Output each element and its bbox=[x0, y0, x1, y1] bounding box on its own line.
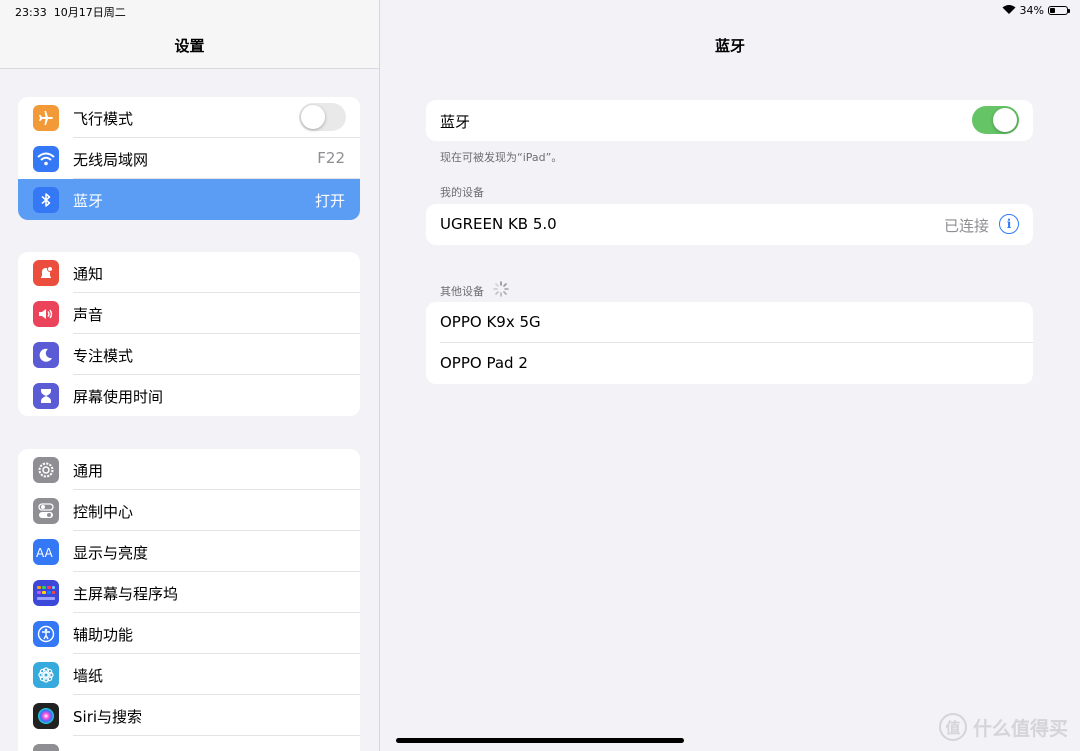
status-bar: 23:33 10月17日周二 34% bbox=[0, 0, 1080, 22]
bluetooth-detail-pane: 蓝牙 蓝牙 现在可被发现为“iPad”。 我的设备 UGREEN KB 5.0 … bbox=[380, 0, 1080, 751]
my-devices-header: 我的设备 bbox=[440, 184, 484, 200]
battery-icon bbox=[1048, 6, 1070, 15]
sidebar-item-display-brightness[interactable]: AA 显示与亮度 bbox=[18, 531, 360, 572]
sidebar-item-notifications[interactable]: 通知 bbox=[18, 252, 360, 293]
other-devices-header: 其他设备 bbox=[440, 280, 510, 301]
battery-percent: 34% bbox=[1019, 4, 1044, 17]
status-date: 10月17日周二 bbox=[53, 6, 126, 19]
sidebar-item-siri-search[interactable]: Siri与搜索 bbox=[18, 695, 360, 736]
discoverable-note: 现在可被发现为“iPad”。 bbox=[440, 151, 563, 164]
device-status: 已连接 bbox=[943, 217, 989, 235]
svg-text:AA: AA bbox=[36, 546, 54, 559]
home-indicator[interactable] bbox=[396, 738, 684, 743]
page-title: 蓝牙 bbox=[714, 37, 745, 55]
bluetooth-toggle-row[interactable]: 蓝牙 bbox=[426, 100, 1033, 141]
device-name: OPPO Pad 2 bbox=[440, 354, 528, 372]
text-size-icon: AA bbox=[33, 539, 59, 565]
sidebar-item-screen-time[interactable]: 屏幕使用时间 bbox=[18, 375, 360, 416]
status-time: 23:33 bbox=[15, 6, 47, 19]
sidebar-title: 设置 bbox=[174, 37, 205, 55]
sidebar-item-wifi[interactable]: 无线局域网 F22 bbox=[18, 138, 360, 179]
sidebar-item-label: 显示与亮度 bbox=[73, 544, 149, 562]
hourglass-icon bbox=[33, 383, 59, 409]
battery-fill bbox=[1050, 8, 1055, 13]
airplane-mode-toggle[interactable] bbox=[299, 103, 346, 131]
sidebar-item-label: Siri与搜索 bbox=[73, 708, 143, 726]
bluetooth-toggle-label: 蓝牙 bbox=[440, 113, 471, 131]
status-right: 34% bbox=[1002, 4, 1070, 17]
device-name: UGREEN KB 5.0 bbox=[440, 215, 557, 233]
grid-icon bbox=[33, 580, 59, 606]
other-devices-header-label: 其他设备 bbox=[440, 284, 484, 298]
gear-icon bbox=[33, 457, 59, 483]
flower-icon bbox=[33, 662, 59, 688]
speaker-icon bbox=[33, 301, 59, 327]
notification-icon bbox=[33, 260, 59, 286]
apple-pencil-icon bbox=[33, 744, 59, 751]
wifi-status-icon bbox=[1002, 4, 1016, 17]
sidebar-item-bluetooth[interactable]: 蓝牙 打开 bbox=[18, 179, 360, 220]
watermark: 值 什么值得买 bbox=[938, 713, 1068, 741]
accessibility-icon bbox=[33, 621, 59, 647]
airplane-icon bbox=[33, 105, 59, 131]
sidebar-item-wallpaper[interactable]: 墙纸 bbox=[18, 654, 360, 695]
settings-group-notifications: 通知 声音 专注模式 屏幕使用时间 bbox=[18, 252, 360, 416]
bluetooth-toggle-card: 蓝牙 bbox=[426, 100, 1033, 141]
watermark-text: 什么值得买 bbox=[972, 717, 1068, 740]
switches-icon bbox=[33, 498, 59, 524]
loading-spinner-icon bbox=[492, 280, 510, 301]
device-name: OPPO K9x 5G bbox=[440, 313, 541, 331]
toggle-knob bbox=[993, 108, 1017, 132]
other-devices-card: OPPO K9x 5G OPPO Pad 2 bbox=[426, 302, 1033, 384]
sidebar-item-label: 专注模式 bbox=[73, 347, 134, 365]
info-icon[interactable]: i bbox=[999, 214, 1019, 234]
watermark-badge: 值 bbox=[938, 713, 967, 741]
sidebar-item-label: 墙纸 bbox=[73, 667, 104, 685]
sidebar-item-label: 主屏幕与程序坞 bbox=[73, 585, 179, 603]
sidebar-item-label: 通用 bbox=[73, 462, 104, 480]
device-row-oppo-pad[interactable]: OPPO Pad 2 bbox=[426, 343, 1033, 384]
bluetooth-icon bbox=[33, 187, 59, 213]
settings-group-general: 通用 控制中心 AA 显示与亮度 主屏幕与程序坞 辅助功能 墙纸 Siri与搜索 bbox=[18, 449, 360, 751]
toggle-knob bbox=[301, 105, 325, 129]
sidebar-item-label: 控制中心 bbox=[73, 503, 134, 521]
sidebar-item-partial[interactable] bbox=[18, 736, 360, 751]
sidebar-item-home-screen-dock[interactable]: 主屏幕与程序坞 bbox=[18, 572, 360, 613]
sidebar-item-label: 蓝牙 bbox=[73, 192, 104, 210]
sidebar-item-control-center[interactable]: 控制中心 bbox=[18, 490, 360, 531]
sidebar-item-label: 声音 bbox=[73, 306, 104, 324]
bluetooth-toggle[interactable] bbox=[972, 106, 1019, 134]
sidebar-item-sounds[interactable]: 声音 bbox=[18, 293, 360, 334]
bluetooth-status-value: 打开 bbox=[314, 192, 345, 210]
sidebar-item-label: 无线局域网 bbox=[73, 151, 149, 169]
sidebar-item-airplane-mode[interactable]: 飞行模式 bbox=[18, 97, 360, 138]
settings-group-connectivity: 飞行模式 无线局域网 F22 蓝牙 打开 bbox=[18, 97, 360, 220]
wifi-icon bbox=[33, 146, 59, 172]
my-devices-header-label: 我的设备 bbox=[440, 186, 484, 199]
sidebar-item-label: 辅助功能 bbox=[73, 626, 134, 644]
sidebar-item-label: 飞行模式 bbox=[73, 110, 134, 128]
moon-icon bbox=[33, 342, 59, 368]
sidebar-item-label: 屏幕使用时间 bbox=[73, 388, 164, 406]
device-row-ugreen[interactable]: UGREEN KB 5.0 已连接 i bbox=[426, 204, 1033, 245]
sidebar-item-label: 通知 bbox=[73, 265, 104, 283]
sidebar-item-focus[interactable]: 专注模式 bbox=[18, 334, 360, 375]
sidebar-item-general[interactable]: 通用 bbox=[18, 449, 360, 490]
device-row-oppo-k9x[interactable]: OPPO K9x 5G bbox=[426, 302, 1033, 343]
sidebar-item-accessibility[interactable]: 辅助功能 bbox=[18, 613, 360, 654]
wifi-network-name: F22 bbox=[317, 149, 345, 167]
status-time-date: 23:33 10月17日周二 bbox=[15, 4, 126, 20]
my-devices-card: UGREEN KB 5.0 已连接 i bbox=[426, 204, 1033, 245]
siri-icon bbox=[33, 703, 59, 729]
settings-sidebar: 设置 飞行模式 无线局域网 F22 蓝牙 打开 通知 声音 专注模式 屏幕使用时… bbox=[0, 0, 380, 751]
